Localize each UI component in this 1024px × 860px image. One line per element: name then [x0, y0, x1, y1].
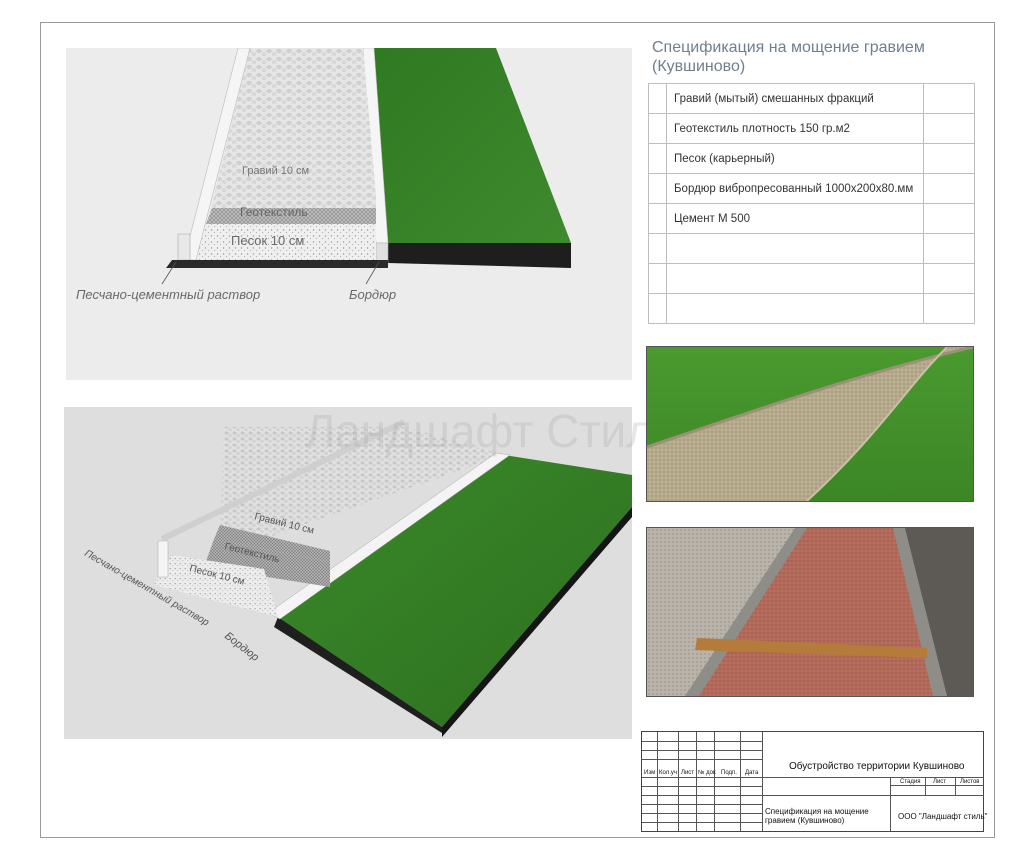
label-geotextile-top: Геотекстиль [240, 205, 308, 219]
tb-project: Обустройство территории Кувшиново [789, 761, 965, 772]
spec-cell: Гравий (мытый) смешанных фракций [666, 83, 924, 114]
table-row: Песок (карьерный) [648, 143, 975, 174]
photo-red-gravel-svg [647, 528, 973, 696]
table-row [648, 233, 975, 264]
label-curb-top: Бордюр [349, 287, 396, 302]
spec-cell [666, 263, 924, 294]
photo-gravel-path [646, 346, 974, 502]
spec-cell: Песок (карьерный) [666, 143, 924, 174]
table-row [648, 293, 975, 324]
diagram-top: Гравий 10 см Геотекстиль Песок 10 см Пес… [66, 48, 632, 380]
tb-sheets: Листов [960, 779, 980, 785]
tb-col-kol: Кол.уч [659, 770, 677, 776]
spec-cell: Цемент М 500 [666, 203, 924, 234]
table-row: Геотекстиль плотность 150 гр.м2 [648, 113, 975, 144]
label-gravel-top: Гравий 10 см [242, 165, 309, 177]
tb-col-date: Дата [745, 770, 759, 776]
watermark: Ландшафт Стиль [305, 405, 677, 457]
tb-sheet: Лист [933, 779, 947, 785]
tb-col-sign: Подп. [721, 770, 737, 776]
tb-stage: Стадия [900, 779, 921, 785]
tb-sheet-name: Спецификация на мощение гравием (Кувшино… [765, 807, 869, 825]
tb-col-list: Лист [681, 770, 695, 776]
diagram-top-svg: Гравий 10 см Геотекстиль Песок 10 см Пес… [66, 48, 632, 380]
spec-cell: Бордюр вибропресованный 1000х200х80.мм [666, 173, 924, 204]
spec-table: Гравий (мытый) смешанных фракций Геотекс… [648, 83, 975, 324]
label-sand-top: Песок 10 см [231, 233, 304, 248]
table-row: Гравий (мытый) смешанных фракций [648, 83, 975, 114]
table-row [648, 263, 975, 294]
label-mortar-top: Песчано-цементный раствор [76, 287, 260, 302]
tb-col-izm: Изм [644, 770, 656, 776]
photo-red-gravel [646, 527, 974, 697]
photo-gravel-path-svg [647, 347, 973, 501]
table-row: Цемент М 500 [648, 203, 975, 234]
tb-col-doc: № док [698, 770, 716, 776]
spec-cell [666, 233, 924, 264]
tb-company: ООО "Ландшафт стиль" [898, 812, 988, 821]
spec-title: Спецификация на мощение гравием (Кувшино… [652, 39, 925, 75]
title-block-grid [642, 732, 763, 831]
title-block: Изм Кол.уч Лист № док Подп. Дата Обустро… [641, 731, 988, 832]
spec-cell [666, 293, 924, 324]
spec-cell: Геотекстиль плотность 150 гр.м2 [666, 113, 924, 144]
table-row: Бордюр вибропресованный 1000х200х80.мм [648, 173, 975, 204]
